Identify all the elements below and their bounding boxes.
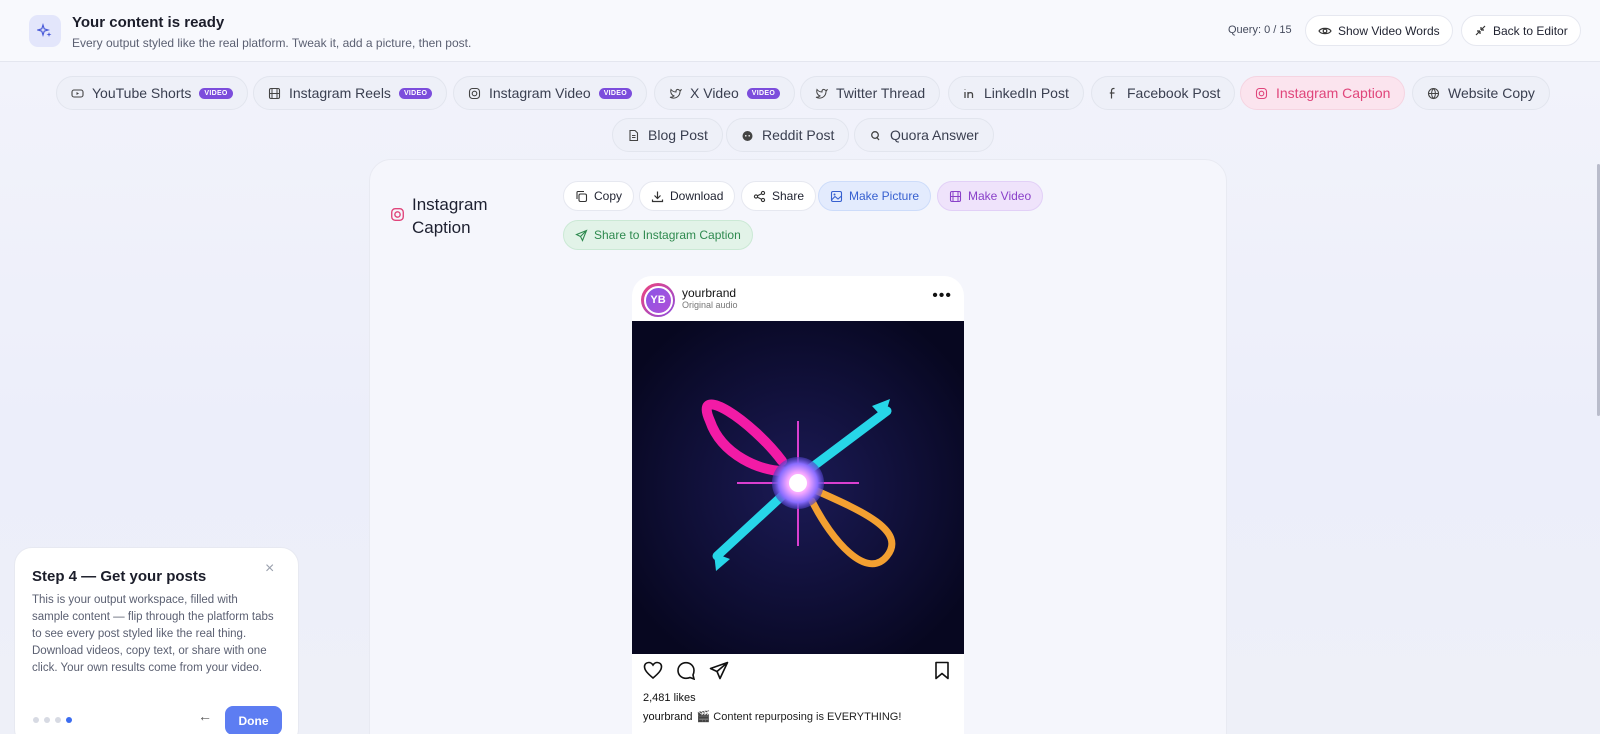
- tour-body: This is your output workspace, filled wi…: [32, 594, 274, 674]
- image-icon: [830, 190, 843, 202]
- step-indicator-dot-active: [66, 717, 72, 723]
- youtube-icon: [71, 88, 84, 98]
- tour-title: Step 4 — Get your posts: [32, 568, 207, 585]
- bookmark-icon[interactable]: [934, 661, 950, 680]
- tab-twitter-thread[interactable]: Twitter Thread: [800, 76, 941, 110]
- send-icon: [575, 229, 588, 242]
- tab-label: Twitter Thread: [836, 85, 926, 101]
- heart-icon[interactable]: [643, 661, 663, 680]
- back-to-editor-button[interactable]: Back to Editor: [1461, 15, 1581, 46]
- show-video-words-button[interactable]: Show Video Words: [1305, 15, 1453, 46]
- video-badge: VIDEO: [199, 87, 233, 99]
- copy-icon: [576, 190, 588, 202]
- instagram-icon: [1255, 87, 1268, 99]
- tab-linkedin-post[interactable]: LinkedIn Post: [948, 76, 1084, 110]
- tab-label: Website Copy: [1448, 85, 1535, 101]
- post-image: [632, 321, 964, 654]
- caption-text: 🎬 Content repurposing is EVERYTHING!: [696, 711, 902, 723]
- onboarding-tour-popup: Step 4 — Get your posts × This is your o…: [14, 547, 299, 734]
- done-button[interactable]: Done: [225, 706, 282, 734]
- close-icon[interactable]: ×: [265, 560, 274, 578]
- instagram-post-preview: YB yourbrand Original audio ••• 2,481 li…: [632, 276, 964, 734]
- post-audio: Original audio: [682, 300, 738, 310]
- caption-username: yourbrand: [643, 711, 693, 723]
- avatar-initials: YB: [643, 285, 673, 315]
- page-title: Your content is ready: [72, 14, 225, 31]
- twitter-icon: [815, 87, 828, 99]
- instagram-icon: [391, 208, 404, 221]
- step-indicator-dot: [55, 717, 61, 723]
- video-badge: VIDEO: [746, 87, 781, 99]
- tab-reddit-post[interactable]: Reddit Post: [726, 118, 850, 152]
- share-icon: [753, 190, 766, 202]
- tab-quora-answer[interactable]: Quora Answer: [854, 118, 994, 152]
- tab-label: Instagram Caption: [1276, 85, 1391, 101]
- minimize-icon: [1475, 25, 1486, 36]
- share-to-label: Share to Instagram Caption: [594, 228, 741, 242]
- top-header: Your content is ready Every output style…: [0, 0, 1600, 62]
- tab-facebook-post[interactable]: Facebook Post: [1091, 76, 1236, 110]
- tab-label: Instagram Video: [489, 85, 591, 101]
- quora-icon: [871, 130, 880, 140]
- tab-label: Blog Post: [648, 127, 708, 143]
- make-picture-label: Make Picture: [849, 189, 920, 203]
- back-to-editor-label: Back to Editor: [1493, 23, 1568, 38]
- tab-website-copy[interactable]: Website Copy: [1412, 76, 1550, 110]
- globe-icon: [1427, 87, 1440, 99]
- copy-button[interactable]: Copy: [563, 181, 635, 211]
- tab-label: Reddit Post: [762, 127, 835, 143]
- comment-icon[interactable]: [676, 661, 696, 680]
- send-icon[interactable]: [709, 661, 729, 680]
- twitter-icon: [669, 87, 682, 99]
- video-badge: VIDEO: [398, 87, 433, 99]
- facebook-icon: [1109, 87, 1115, 98]
- share-button[interactable]: Share: [741, 181, 817, 211]
- more-options-icon[interactable]: •••: [932, 287, 952, 305]
- tab-label: Quora Answer: [890, 127, 979, 143]
- tab-blog-post[interactable]: Blog Post: [612, 118, 723, 152]
- download-icon: [651, 191, 664, 202]
- sparkles-icon: [29, 15, 61, 47]
- card-title: Instagram Caption: [412, 195, 488, 237]
- query-counter: Query: 0 / 15: [1228, 24, 1292, 36]
- eye-icon: [1318, 27, 1332, 34]
- share-label: Share: [772, 189, 805, 203]
- tab-instagram-reels[interactable]: Instagram Reels VIDEO: [253, 76, 448, 110]
- document-icon: [629, 129, 639, 141]
- reddit-icon: [742, 130, 753, 141]
- tab-instagram-caption[interactable]: Instagram Caption: [1240, 76, 1406, 110]
- likes-count: 2,481 likes: [643, 692, 696, 704]
- step-indicator-dot: [44, 717, 50, 723]
- make-video-button[interactable]: Make Video: [937, 181, 1044, 211]
- step-indicator-dot: [33, 717, 39, 723]
- download-label: Download: [670, 189, 724, 203]
- post-caption: yourbrand 🎬 Content repurposing is EVERYT…: [643, 710, 901, 723]
- film-icon: [268, 87, 281, 99]
- linkedin-icon: [964, 89, 974, 98]
- back-arrow-icon[interactable]: ←: [198, 708, 212, 724]
- copy-label: Copy: [594, 189, 623, 203]
- tab-instagram-video[interactable]: Instagram Video VIDEO: [453, 76, 647, 110]
- post-username: yourbrand: [682, 286, 737, 300]
- film-icon: [949, 190, 962, 202]
- page-subtitle: Every output styled like the real platfo…: [72, 36, 472, 50]
- tab-youtube-shorts[interactable]: YouTube Shorts VIDEO: [56, 76, 248, 110]
- video-badge: VIDEO: [598, 87, 632, 99]
- tab-label: LinkedIn Post: [984, 85, 1069, 101]
- make-video-label: Make Video: [968, 189, 1032, 203]
- tab-label: YouTube Shorts: [92, 85, 192, 101]
- tab-label: Instagram Reels: [289, 85, 391, 101]
- tab-x-video[interactable]: X Video VIDEO: [654, 76, 796, 110]
- make-picture-button[interactable]: Make Picture: [818, 181, 932, 211]
- avatar: YB: [641, 283, 675, 317]
- instagram-icon: [468, 87, 481, 99]
- show-video-words-label: Show Video Words: [1338, 23, 1440, 38]
- tab-label: Facebook Post: [1127, 85, 1221, 101]
- tab-label: X Video: [690, 85, 739, 101]
- download-button[interactable]: Download: [639, 181, 736, 211]
- share-to-instagram-caption-button[interactable]: Share to Instagram Caption: [563, 220, 753, 250]
